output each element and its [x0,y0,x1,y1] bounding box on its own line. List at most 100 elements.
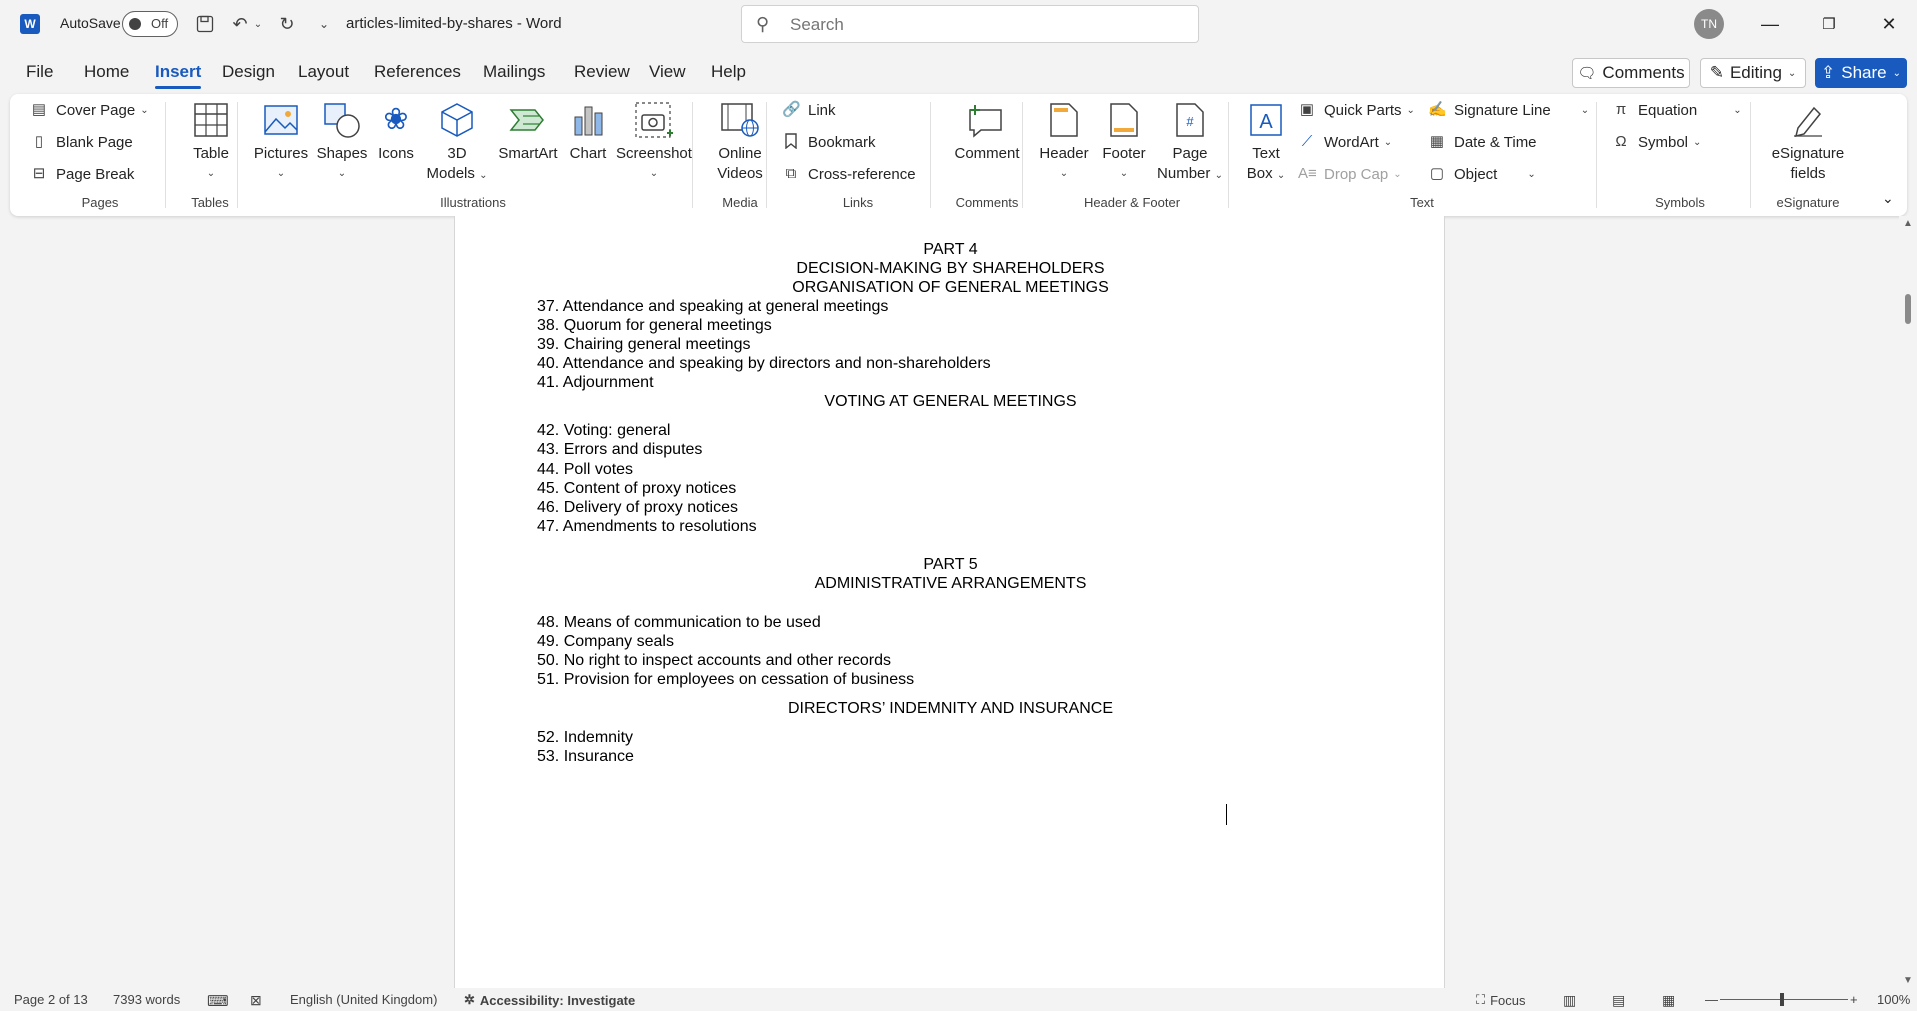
comment-button[interactable]: Comment [942,100,1032,164]
shapes-label: Shapes [316,145,368,162]
wordart-icon: ⟋ [1301,133,1313,150]
toggle-knob [129,18,141,30]
group-label-tables: Tables [191,195,229,210]
date-time-button[interactable]: ▦ Date & Time [1428,133,1537,151]
zoom-level[interactable]: 100% [1877,992,1910,1007]
wordart-button[interactable]: ⟋ WordArt ⌄ [1298,133,1392,151]
screenshot-button[interactable]: Screenshot ⌄ [608,100,700,184]
language-status[interactable]: English (United Kingdom) [290,992,437,1007]
page-number-button[interactable]: # Page Number ⌄ [1152,100,1228,186]
blank-page-button[interactable]: ▯ Blank Page [30,133,133,151]
chart-icon [568,100,608,140]
tab-mailings[interactable]: Mailings [483,62,545,82]
zoom-slider-track[interactable] [1720,999,1848,1000]
vertical-scrollbar[interactable]: ▲ ▼ [1899,216,1917,988]
scrollbar-thumb[interactable] [1905,294,1911,324]
table-button[interactable]: Table ⌄ [176,100,246,184]
esignature-label-1: eSignature [1771,145,1845,162]
editing-mode-button[interactable]: ✎ Editing ⌄ [1700,58,1806,88]
list-item: 51. Provision for employees on cessation… [537,671,915,688]
tab-help[interactable]: Help [711,62,746,82]
3d-models-label-1: 3D [447,145,467,162]
scroll-down-arrow-icon[interactable]: ▼ [1903,975,1913,986]
tab-home[interactable]: Home [84,62,129,82]
text-box-label-text: Box [1246,165,1273,182]
quick-parts-button[interactable]: ▣ Quick Parts ⌄ [1298,101,1415,119]
comment-label: Comment [954,145,1020,162]
text-box-label-1: Text [1252,145,1280,162]
tab-view[interactable]: View [649,62,686,82]
chevron-down-icon: ⌄ [1733,104,1742,116]
zoom-in-icon[interactable]: + [1850,992,1858,1007]
3d-models-label-text: Models [426,165,475,182]
cross-reference-button[interactable]: ⧉ Cross-reference [782,165,916,183]
tab-design[interactable]: Design [222,62,275,82]
shapes-button[interactable]: Shapes ⌄ [310,100,374,184]
track-changes-icon[interactable]: ⊠ [250,992,262,1009]
restore-icon[interactable]: ❐ [1806,8,1852,40]
blank-page-icon: ▯ [34,133,44,150]
web-layout-icon[interactable]: ▦ [1662,992,1675,1009]
document-title: articles-limited-by-shares - Word [346,15,562,32]
close-icon[interactable]: ✕ [1866,8,1912,40]
chart-label: Chart [569,145,607,162]
tab-file[interactable]: File [26,62,53,82]
ribbon-divider [1750,102,1751,208]
comments-button[interactable]: 🗨 Comments [1572,58,1690,88]
cover-page-button[interactable]: ▤ Cover Page ⌄ [30,101,149,119]
zoom-slider-thumb[interactable] [1780,993,1784,1006]
search-box[interactable]: ⚲ [741,5,1199,43]
signature-line-button[interactable]: ✍ Signature Line ⌄ [1428,101,1589,119]
page-break-button[interactable]: ⊟ Page Break [30,165,135,183]
esignature-label-2: fields [1790,165,1826,182]
tab-insert[interactable]: Insert [155,62,202,89]
icons-button[interactable]: ❀ Icons [368,100,424,164]
tab-references[interactable]: References [374,62,461,82]
undo-dropdown-chevron-icon[interactable]: ⌄ [250,12,266,36]
redo-icon[interactable]: ↻ [275,12,299,36]
bookmark-button[interactable]: Bookmark [782,133,876,151]
proofing-icon[interactable]: ⌨ [207,992,229,1010]
document-page[interactable]: PART 4 DECISION-MAKING BY SHAREHOLDERS O… [454,216,1445,988]
object-button[interactable]: ▢ Object ⌄ [1428,165,1536,183]
smartart-button[interactable]: SmartArt [488,100,568,164]
tab-review[interactable]: Review [574,62,630,82]
focus-mode-button[interactable]: ⛶ Focus [1476,992,1526,1008]
scroll-up-arrow-icon[interactable]: ▲ [1903,218,1913,229]
pencil-icon: ✎ [1709,63,1724,82]
read-mode-icon[interactable]: ▥ [1563,992,1576,1009]
page-count-status[interactable]: Page 2 of 13 [14,992,88,1007]
print-layout-icon[interactable]: ▤ [1612,992,1625,1009]
cross-reference-label: Cross-reference [808,165,916,183]
link-label: Link [808,101,836,119]
tab-layout[interactable]: Layout [298,62,349,82]
undo-icon[interactable]: ↶ [228,12,252,36]
customize-toolbar-chevron-icon[interactable]: ⌄ [312,12,336,36]
share-button[interactable]: ⇪ Share ⌄ [1815,58,1907,88]
symbol-button[interactable]: Ω Symbol ⌄ [1612,133,1701,151]
list-item: 45. Content of proxy notices [537,480,737,497]
3d-models-button[interactable]: 3D Models ⌄ [422,100,492,186]
accessibility-status[interactable]: ✲ Accessibility: Investigate [464,992,635,1008]
online-videos-label-2: Videos [717,165,763,182]
chevron-down-icon: ⌄ [1580,104,1590,116]
avatar[interactable]: TN [1694,9,1724,39]
word-count-status[interactable]: 7393 words [113,992,180,1007]
link-button[interactable]: 🔗 Link [782,101,836,119]
header-button[interactable]: Header ⌄ [1034,100,1094,184]
save-icon[interactable] [193,12,217,36]
minimize-icon[interactable]: — [1747,8,1793,40]
footer-button[interactable]: Footer ⌄ [1094,100,1154,184]
equation-button[interactable]: π Equation ⌄ [1612,101,1742,119]
list-item: 48. Means of communication to be used [537,614,821,631]
autosave-toggle[interactable]: Off [122,11,178,37]
esignature-fields-button[interactable]: eSignature fields [1756,100,1860,184]
drop-cap-button[interactable]: A≡ Drop Cap ⌄ [1298,165,1402,183]
section-heading-voting: VOTING AT GENERAL MEETINGS [824,393,1077,410]
table-label: Table [193,145,229,162]
zoom-out-icon[interactable]: — [1705,992,1718,1007]
search-input[interactable] [790,13,1170,37]
collapse-ribbon-chevron-icon[interactable]: ⌄ [1882,190,1894,207]
pictures-button[interactable]: Pictures ⌄ [246,100,316,184]
text-box-button[interactable]: A Text Box ⌄ [1238,100,1294,186]
